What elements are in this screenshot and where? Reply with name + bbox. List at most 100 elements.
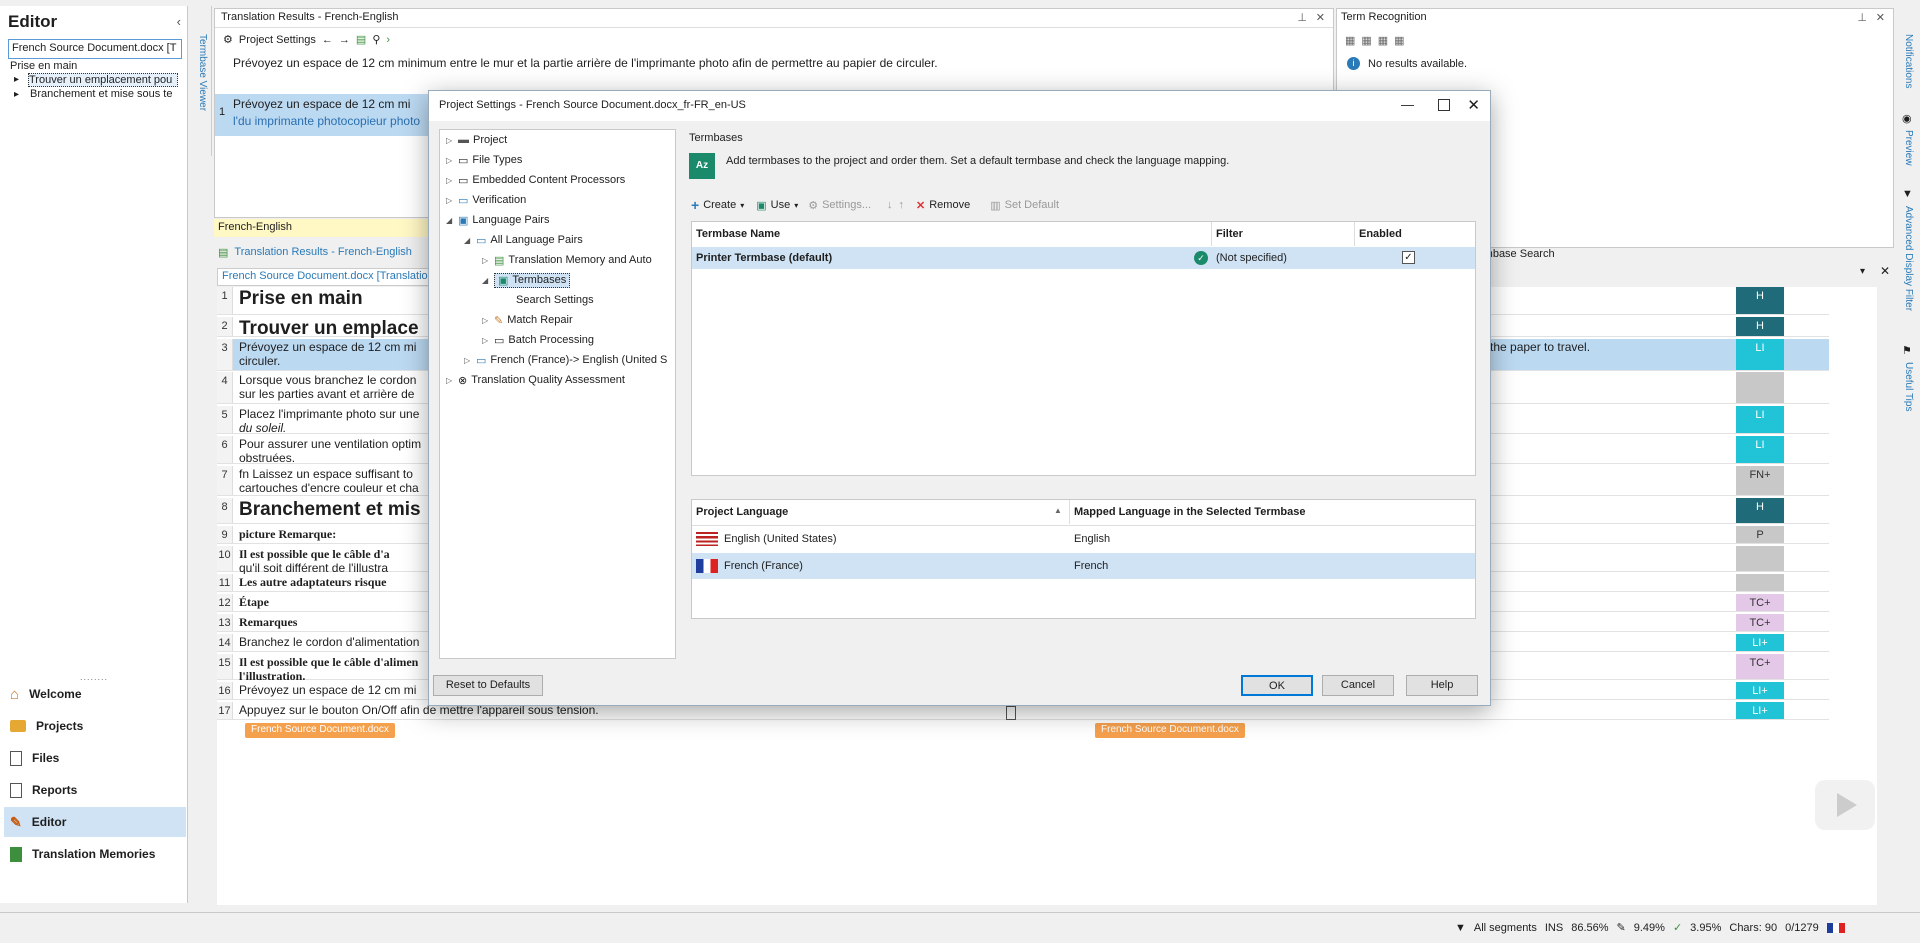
tab-translation-results[interactable]: ▤ Translation Results - French-English [214, 243, 424, 261]
dropdown-arrow-icon[interactable]: ▾ [1860, 266, 1865, 277]
col-mapped-language[interactable]: Mapped Language in the Selected Termbase [1070, 500, 1475, 524]
segment-status-tag: H [1736, 317, 1784, 336]
nav-files[interactable]: Files [4, 743, 186, 773]
close-icon[interactable]: ✕ [1880, 264, 1890, 278]
move-down-icon[interactable]: ↓ [887, 199, 893, 211]
tree-french-english[interactable]: ▷ ▭ French (France)-> English (United S [464, 351, 667, 369]
tree-verification[interactable]: ▷ ▭ Verification [446, 191, 526, 209]
reset-to-defaults-button[interactable]: Reset to Defaults [433, 675, 543, 696]
close-icon[interactable]: ✕ [1316, 11, 1325, 24]
collapse-icon[interactable]: ◢ [446, 216, 454, 225]
set-default-button[interactable]: ▥ Set Default [990, 199, 1059, 212]
tm-icon[interactable]: ▤ [356, 33, 366, 46]
nav-welcome[interactable]: ⌂ Welcome [4, 679, 186, 709]
pin-icon[interactable]: ⊥ [1857, 11, 1867, 24]
tree-project[interactable]: ▷ ▬ Project [446, 131, 507, 149]
useful-tips-tab[interactable]: Useful Tips [1903, 362, 1914, 411]
segment-number: 14 [217, 634, 233, 651]
next-chevron-icon[interactable]: › [386, 34, 390, 46]
close-icon[interactable]: ✕ [1876, 11, 1885, 24]
tree-batch-processing[interactable]: ▷ ▭ Batch Processing [482, 331, 594, 349]
table-row[interactable]: Printer Termbase (default) ✓ (Not specif… [692, 247, 1475, 269]
segment-number: 5 [217, 406, 233, 433]
advanced-filter-tab[interactable]: Advanced Display Filter [1903, 206, 1914, 311]
tree-tqa[interactable]: ▷ ⊗ Translation Quality Assessment [446, 371, 625, 389]
tree-item-branchement[interactable]: Branchement et mise sous te [30, 88, 172, 100]
expand-icon[interactable]: ▷ [446, 176, 454, 185]
col-enabled[interactable]: Enabled [1355, 222, 1475, 246]
tree-item-prise-en-main[interactable]: Prise en main [10, 60, 77, 72]
collapse-chevron-icon[interactable]: ‹ [177, 14, 181, 29]
col-project-language[interactable]: Project Language [692, 500, 1070, 524]
back-arrow-icon[interactable]: ← [322, 34, 333, 46]
minimize-icon[interactable]: — [1401, 97, 1414, 112]
tab-termbase-search[interactable]: rmbase Search [1480, 248, 1555, 260]
use-button[interactable]: ▣ Use ▾ [756, 199, 798, 212]
collapse-icon[interactable]: ◢ [464, 236, 472, 245]
tree-embedded[interactable]: ▷ ▭ Embedded Content Processors [446, 171, 625, 189]
term-toolbar[interactable]: ▦▦▦▦ [1345, 34, 1411, 47]
nav-editor[interactable]: ✎ Editor [4, 807, 186, 837]
expand-icon[interactable]: ▷ [446, 136, 454, 145]
tree-expand-icon[interactable]: ▸ [14, 74, 19, 85]
col-filter[interactable]: Filter [1212, 222, 1355, 246]
expand-icon[interactable]: ▷ [446, 156, 454, 165]
notifications-tab[interactable]: Notifications [1903, 34, 1914, 88]
segment-number: 10 [217, 546, 233, 571]
tree-match-repair[interactable]: ▷ ✎ Match Repair [482, 311, 573, 329]
preview-tab[interactable]: Preview [1903, 130, 1914, 166]
expand-icon[interactable]: ▷ [482, 336, 490, 345]
create-button[interactable]: + Create ▾ [691, 197, 744, 213]
pin-icon[interactable]: ⊥ [1297, 11, 1307, 24]
maximize-icon[interactable] [1438, 99, 1450, 111]
enabled-checkbox[interactable]: ✓ [1402, 251, 1415, 264]
ok-button[interactable]: OK [1241, 675, 1313, 696]
collapse-icon[interactable]: ◢ [482, 276, 490, 285]
expand-icon[interactable]: ▷ [482, 316, 490, 325]
segment-status-tag [1736, 372, 1784, 403]
cancel-button[interactable]: Cancel [1322, 675, 1394, 696]
tree-expand-icon[interactable]: ▸ [14, 89, 19, 100]
play-button[interactable] [1815, 780, 1875, 830]
segment-status-tag [1736, 574, 1784, 591]
tree-termbases[interactable]: ◢ ▣ Termbases [482, 271, 571, 289]
editor-navigation-pane: Editor ‹ French Source Document.docx [T … [0, 6, 188, 903]
termbase-toolbar: + Create ▾ ▣ Use ▾ ⚙ Settings... ↓ ↑ ✕ Remove … [691, 197, 1059, 213]
expand-icon[interactable]: ▷ [464, 356, 472, 365]
project-settings-link[interactable]: Project Settings [239, 34, 316, 46]
segments-filter[interactable]: All segments [1474, 922, 1537, 934]
tree-all-language-pairs[interactable]: ◢ ▭ All Language Pairs [464, 231, 583, 249]
close-icon[interactable]: ✕ [1467, 96, 1480, 114]
help-button[interactable]: Help [1406, 675, 1478, 696]
tree-item-trouver[interactable]: Trouver un emplacement pou [28, 73, 178, 87]
settings-button[interactable]: ⚙ Settings... [808, 199, 871, 212]
expand-icon[interactable]: ▷ [482, 256, 490, 265]
document-tree-root[interactable]: French Source Document.docx [T [8, 39, 182, 59]
nav-projects[interactable]: Projects [4, 711, 186, 741]
section-description: Add termbases to the project and order t… [726, 155, 1230, 167]
expand-icon[interactable]: ▷ [446, 376, 454, 385]
settings-icon[interactable]: ⚙ [223, 33, 233, 46]
filter-icon[interactable]: ⚲ [372, 33, 380, 46]
nav-reports[interactable]: Reports [4, 775, 186, 805]
segment-number: 9 [217, 526, 233, 543]
remove-button[interactable]: ✕ Remove [916, 199, 970, 212]
col-termbase-name[interactable]: Termbase Name [692, 222, 1212, 246]
tree-file-types[interactable]: ▷ ▭ File Types [446, 151, 522, 169]
expand-icon[interactable]: ▷ [446, 196, 454, 205]
vertical-scrollbar[interactable] [1884, 280, 1896, 900]
tree-language-pairs[interactable]: ◢ ▣ Language Pairs [446, 211, 549, 229]
result-row[interactable]: 1 Prévoyez un espace de 12 cm mi l'du im… [215, 94, 435, 136]
tips-icon: ⚑ [1902, 345, 1912, 357]
document-tab[interactable]: French Source Document.docx [Translatio [217, 268, 432, 286]
table-row[interactable]: English (United States) English [692, 525, 1475, 551]
tree-search-settings[interactable]: Search Settings [516, 291, 594, 309]
tree-translation-memory[interactable]: ▷ ▤ Translation Memory and Auto [482, 251, 652, 269]
move-up-icon[interactable]: ↑ [899, 199, 905, 211]
forward-arrow-icon[interactable]: → [339, 34, 350, 46]
nav-translation-memories[interactable]: Translation Memories [4, 839, 186, 869]
table-row[interactable]: French (France) French [692, 553, 1475, 579]
termbase-viewer-side-tab[interactable]: Termbase Viewer [190, 6, 212, 156]
mouse-cursor-icon [1217, 431, 1224, 445]
filter-cell: (Not specified) [1216, 252, 1287, 264]
